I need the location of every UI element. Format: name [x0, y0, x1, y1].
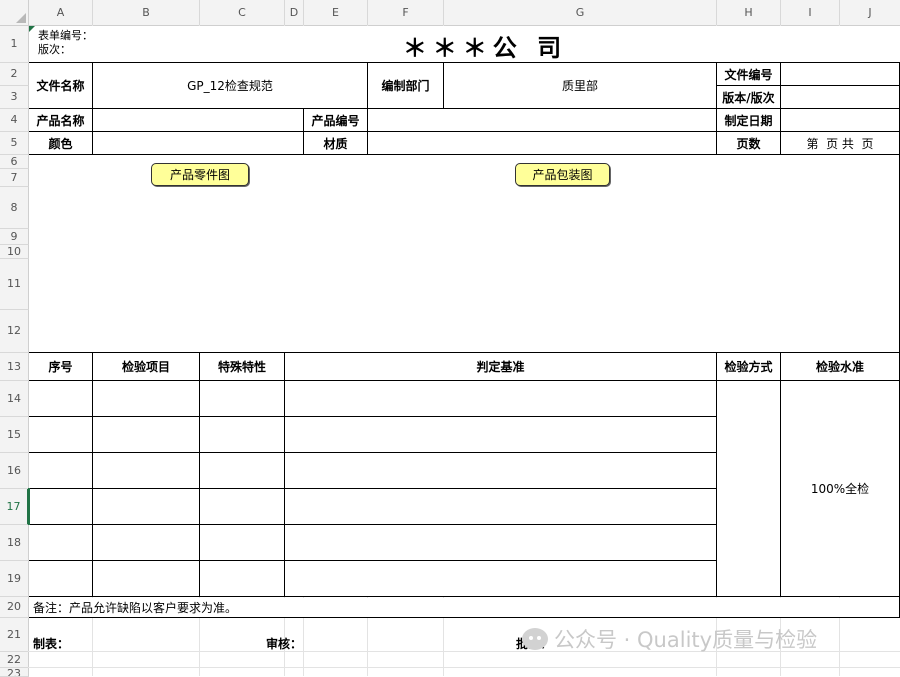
column-header-c[interactable]: C — [200, 0, 285, 26]
column-header-i[interactable]: I — [781, 0, 840, 26]
column-header-b[interactable]: B — [93, 0, 200, 26]
row-header-18[interactable]: 18 — [0, 525, 29, 561]
comment-indicator — [29, 26, 35, 32]
row-header-14[interactable]: 14 — [0, 381, 29, 417]
row-header-15[interactable]: 15 — [0, 417, 29, 453]
file-name-value[interactable]: GP_12检查规范 — [93, 63, 367, 108]
dept-value[interactable]: 质里部 — [444, 63, 716, 108]
note-text: 备注：产品允许缺陷以客户要求为准。 — [33, 600, 238, 615]
product-name-value[interactable] — [93, 109, 303, 131]
column-header-a[interactable]: A — [29, 0, 93, 26]
file-no-label: 文件编号 — [724, 67, 773, 82]
product-packaging-drawing-button[interactable]: 产品包装图 — [515, 163, 610, 186]
date-label: 制定日期 — [724, 113, 773, 128]
row-header-9[interactable]: 9 — [0, 229, 29, 245]
material-label: 材质 — [323, 136, 348, 151]
row-header-12[interactable]: 12 — [0, 310, 29, 353]
column-header-d[interactable]: D — [285, 0, 304, 26]
row-header-22[interactable]: 22 — [0, 652, 29, 668]
product-parts-drawing-button[interactable]: 产品零件图 — [151, 163, 249, 186]
column-header-f[interactable]: F — [368, 0, 444, 26]
select-all-corner[interactable] — [0, 0, 29, 26]
row-header-2[interactable]: 2 — [0, 63, 29, 86]
version-label: 版本/版次 — [722, 90, 775, 105]
row-header-11[interactable]: 11 — [0, 259, 29, 310]
made-by-label: 制表： — [33, 636, 70, 651]
col-special-header: 特殊特性 — [217, 360, 266, 374]
row-header-1[interactable]: 1 — [0, 26, 29, 63]
reviewed-by-label: 审核： — [266, 636, 303, 651]
company-title: ＊＊＊公 司 — [402, 32, 568, 62]
row-header-8[interactable]: 8 — [0, 187, 29, 229]
row-header-21[interactable]: 21 — [0, 618, 29, 652]
color-label: 颜色 — [48, 136, 73, 151]
row-header-13[interactable]: 13 — [0, 353, 29, 381]
row-header-16[interactable]: 16 — [0, 453, 29, 489]
row-header-5[interactable]: 5 — [0, 132, 29, 155]
row-header-17[interactable]: 17 — [0, 489, 29, 525]
row-header-20[interactable]: 20 — [0, 597, 29, 618]
row-header-10[interactable]: 10 — [0, 245, 29, 259]
column-header-e[interactable]: E — [304, 0, 368, 26]
col-item-header: 检验项目 — [121, 360, 170, 374]
col-level-header: 检验水准 — [815, 360, 864, 374]
product-no-value[interactable] — [368, 109, 716, 131]
pages-value: 第 页 共 页 — [806, 136, 874, 151]
wechat-icon — [522, 628, 548, 650]
row-header-6[interactable]: 6 — [0, 155, 29, 169]
column-header-g[interactable]: G — [444, 0, 717, 26]
watermark: 公众号 · Quality质量与检验 — [522, 624, 817, 654]
dept-label: 编制部门 — [381, 79, 430, 93]
pages-label: 页数 — [736, 136, 761, 151]
product-no-label: 产品编号 — [311, 113, 360, 128]
row-header-19[interactable]: 19 — [0, 561, 29, 597]
watermark-text: 公众号 · Quality质量与检验 — [554, 628, 818, 652]
version-value[interactable] — [781, 86, 899, 108]
file-name-label: 文件名称 — [36, 79, 85, 93]
edition-label: 版次： — [38, 43, 71, 56]
product-name-label: 产品名称 — [36, 113, 85, 128]
row-header-4[interactable]: 4 — [0, 109, 29, 132]
row-header-3[interactable]: 3 — [0, 86, 29, 109]
col-seq-header: 序号 — [48, 360, 73, 374]
column-header-h[interactable]: H — [717, 0, 781, 26]
date-value[interactable] — [781, 109, 899, 131]
form-header: 表单编号： 版次： — [38, 29, 93, 57]
inspection-level-value[interactable]: 100%全检 — [781, 381, 899, 596]
material-value[interactable] — [368, 132, 716, 154]
column-header-j[interactable]: J — [840, 0, 900, 26]
form-number-label: 表单编号： — [38, 29, 93, 42]
color-value[interactable] — [93, 132, 303, 154]
col-criteria-header: 判定基准 — [476, 360, 525, 374]
row-header-7[interactable]: 7 — [0, 169, 29, 187]
file-no-value[interactable] — [781, 63, 899, 85]
spreadsheet: A B C D E F G H I J 1 2 3 4 5 6 7 8 9 10… — [0, 0, 900, 677]
col-method-header: 检验方式 — [724, 360, 773, 374]
